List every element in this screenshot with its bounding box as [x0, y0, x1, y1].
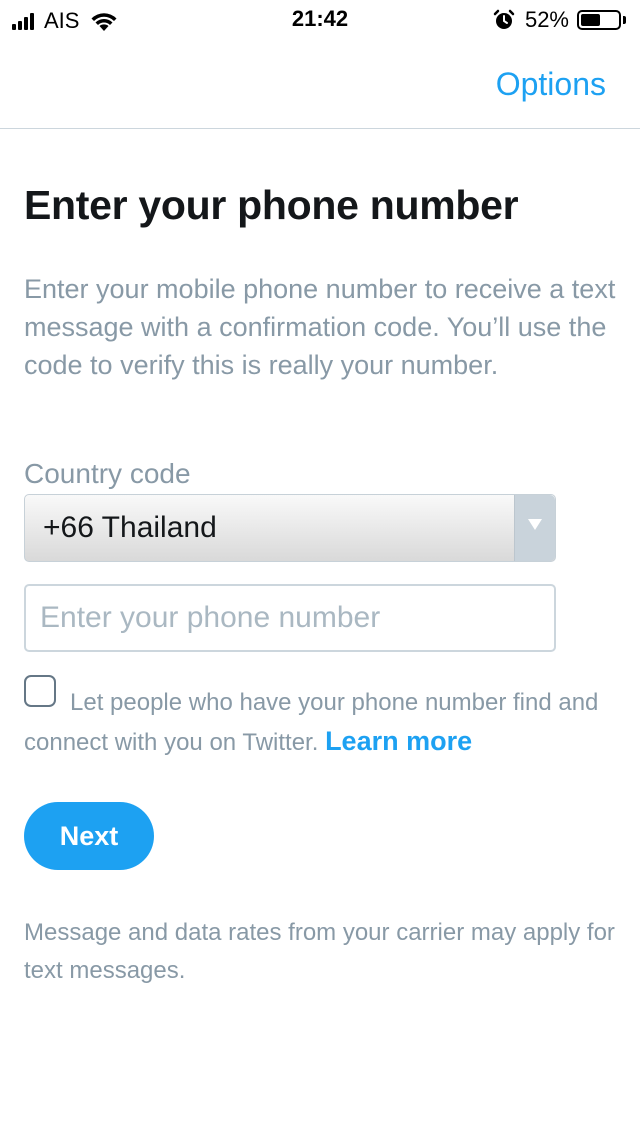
page-title: Enter your phone number — [24, 182, 519, 228]
battery-tip — [623, 16, 626, 24]
country-code-select[interactable]: +66 Thailand — [24, 494, 556, 562]
status-bar-right: 52% — [493, 7, 626, 33]
battery-level-fill — [581, 14, 600, 26]
battery-percent: 52% — [524, 7, 569, 32]
phone-number-input[interactable] — [24, 584, 556, 652]
next-button[interactable]: Next — [24, 802, 154, 870]
battery-icon — [577, 10, 621, 30]
learn-more-link[interactable]: Learn more — [325, 726, 472, 756]
carrier-rates-footnote: Message and data rates from your carrier… — [24, 919, 615, 984]
status-bar: AIS 21:42 52% — [0, 0, 640, 40]
country-code-label: Country code — [24, 458, 191, 489]
alarm-icon — [493, 9, 515, 29]
dropdown-arrow-icon — [528, 519, 542, 530]
dropdown-arrow-button[interactable] — [514, 495, 555, 561]
discoverability-label: Let people who have your phone number fi… — [24, 689, 599, 756]
country-code-value: +66 Thailand — [43, 511, 217, 544]
discoverability-text-block: Let people who have your phone number fi… — [24, 684, 624, 762]
nav-bar: Options — [0, 40, 640, 129]
page-description: Enter your mobile phone number to receiv… — [24, 274, 616, 380]
options-button[interactable]: Options — [496, 66, 606, 103]
